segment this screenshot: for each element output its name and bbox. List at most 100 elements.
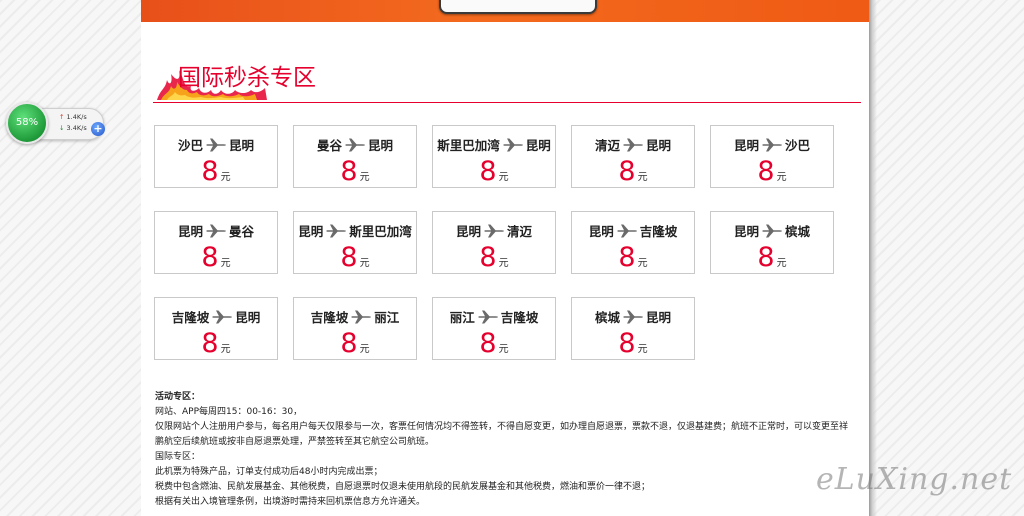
- price-value: 8: [479, 156, 497, 187]
- note-line: 活动专区：: [155, 392, 201, 402]
- route-to: 昆明: [368, 138, 394, 153]
- watermark: eLuXing.net: [816, 462, 1013, 497]
- price-value: 8: [201, 328, 219, 359]
- route-card[interactable]: 沙巴 昆明 8 元: [154, 125, 278, 188]
- route-label: 昆明 槟城: [711, 221, 833, 240]
- route-to: 昆明: [646, 310, 672, 325]
- memory-percent-badge[interactable]: 58%: [6, 102, 48, 144]
- route-card[interactable]: 槟城 昆明 8 元: [571, 297, 695, 360]
- price-value: 8: [201, 156, 219, 187]
- route-to: 曼谷: [229, 224, 255, 239]
- route-from: 昆明: [733, 138, 759, 153]
- header-divider: [153, 102, 861, 103]
- route-from: 昆明: [298, 224, 324, 239]
- route-from: 吉隆坡: [310, 310, 349, 325]
- section-title: 国际秒杀专区: [178, 65, 316, 91]
- note-line: 此机票为特殊产品，订单支付成功后48小时内完成出票；: [155, 467, 383, 477]
- price-unit: 元: [637, 344, 648, 355]
- route-from: 吉隆坡: [171, 310, 210, 325]
- route-from: 昆明: [588, 224, 614, 239]
- price-unit: 元: [498, 172, 509, 183]
- route-to: 沙巴: [785, 138, 811, 153]
- price-unit: 元: [220, 344, 231, 355]
- route-label: 斯里巴加湾 昆明: [433, 135, 555, 154]
- price-value: 8: [757, 156, 775, 187]
- route-price: 8元: [711, 156, 833, 187]
- plane-icon: [212, 310, 233, 324]
- route-card[interactable]: 昆明 槟城 8 元: [710, 211, 834, 274]
- banner-button[interactable]: [439, 0, 597, 14]
- price-unit: 元: [359, 258, 370, 269]
- route-to: 吉隆坡: [639, 224, 678, 239]
- price-unit: 元: [637, 258, 648, 269]
- route-to: 昆明: [235, 310, 261, 325]
- price-unit: 元: [220, 258, 231, 269]
- route-label: 丽江 吉隆坡: [433, 307, 555, 326]
- widget-plus-button[interactable]: +: [91, 122, 105, 136]
- price-value: 8: [479, 242, 497, 273]
- plane-icon: [206, 224, 226, 238]
- route-label: 昆明 曼谷: [155, 221, 277, 240]
- note-line: 仅限网站个人注册用户参与，每名用户每天仅限参与一次，客票任何情况均不得签转，不得…: [155, 422, 849, 447]
- route-to: 斯里巴加湾: [349, 224, 412, 239]
- network-speed-widget[interactable]: ↑ 1.4K/s ↓ 3.4K/s + 58%: [6, 102, 105, 144]
- route-card[interactable]: 斯里巴加湾 昆明 8 元: [432, 125, 556, 188]
- plane-icon: [623, 138, 643, 152]
- route-label: 沙巴 昆明: [155, 135, 277, 154]
- note-line: 根据有关出入境管理条例，出境游时需持来回机票信息方允许通关。: [155, 497, 426, 507]
- plane-icon: [616, 224, 637, 238]
- route-from: 昆明: [733, 224, 759, 239]
- route-card[interactable]: 吉隆坡 昆明 8 元: [154, 297, 278, 360]
- route-label: 昆明 吉隆坡: [572, 221, 694, 240]
- price-unit: 元: [498, 344, 509, 355]
- route-card[interactable]: 昆明 清迈 8 元: [432, 211, 556, 274]
- route-price: 8元: [711, 242, 833, 273]
- price-value: 8: [340, 328, 358, 359]
- route-price: 8元: [433, 156, 555, 187]
- route-from: 槟城: [594, 310, 620, 325]
- route-from: 昆明: [177, 224, 203, 239]
- price-value: 8: [340, 156, 358, 187]
- price-value: 8: [201, 242, 219, 273]
- route-to: 昆明: [229, 138, 255, 153]
- price-unit: 元: [498, 258, 509, 269]
- price-value: 8: [340, 242, 358, 273]
- route-card[interactable]: 丽江 吉隆坡 8 元: [432, 297, 556, 360]
- route-card[interactable]: 昆明 沙巴 8 元: [710, 125, 834, 188]
- price-unit: 元: [776, 258, 787, 269]
- price-unit: 元: [359, 172, 370, 183]
- route-card[interactable]: 昆明 吉隆坡 8 元: [571, 211, 695, 274]
- price-unit: 元: [220, 172, 231, 183]
- route-to: 吉隆坡: [500, 310, 539, 325]
- note-line: 网站、APP每周四15：00-16：30，: [155, 407, 303, 417]
- plane-icon: [762, 224, 782, 238]
- route-price: 8元: [155, 242, 277, 273]
- route-price: 8元: [433, 328, 555, 359]
- route-label: 昆明 斯里巴加湾: [294, 221, 416, 240]
- route-from: 沙巴: [177, 138, 203, 153]
- route-price: 8元: [572, 156, 694, 187]
- price-value: 8: [618, 242, 636, 273]
- route-card[interactable]: 曼谷 昆明 8 元: [293, 125, 417, 188]
- plane-icon: [502, 138, 523, 152]
- plane-icon: [345, 138, 365, 152]
- route-card[interactable]: 清迈 昆明 8 元: [571, 125, 695, 188]
- price-value: 8: [618, 328, 636, 359]
- route-from: 昆明: [455, 224, 481, 239]
- route-card[interactable]: 吉隆坡 丽江 8 元: [293, 297, 417, 360]
- route-label: 吉隆坡 丽江: [294, 307, 416, 326]
- plane-icon: [623, 310, 643, 324]
- route-label: 吉隆坡 昆明: [155, 307, 277, 326]
- route-card[interactable]: 昆明 曼谷 8 元: [154, 211, 278, 274]
- upload-speed: ↑ 1.4K/s: [59, 113, 87, 121]
- section-header: 国际秒杀专区: [153, 50, 861, 104]
- price-unit: 元: [637, 172, 648, 183]
- note-line: 国际专区：: [155, 452, 201, 462]
- price-unit: 元: [776, 172, 787, 183]
- plane-icon: [477, 310, 498, 324]
- route-from: 丽江: [449, 310, 475, 325]
- plane-icon: [762, 138, 782, 152]
- route-price: 8元: [294, 156, 416, 187]
- route-card[interactable]: 昆明 斯里巴加湾 8 元: [293, 211, 417, 274]
- plane-icon: [206, 138, 226, 152]
